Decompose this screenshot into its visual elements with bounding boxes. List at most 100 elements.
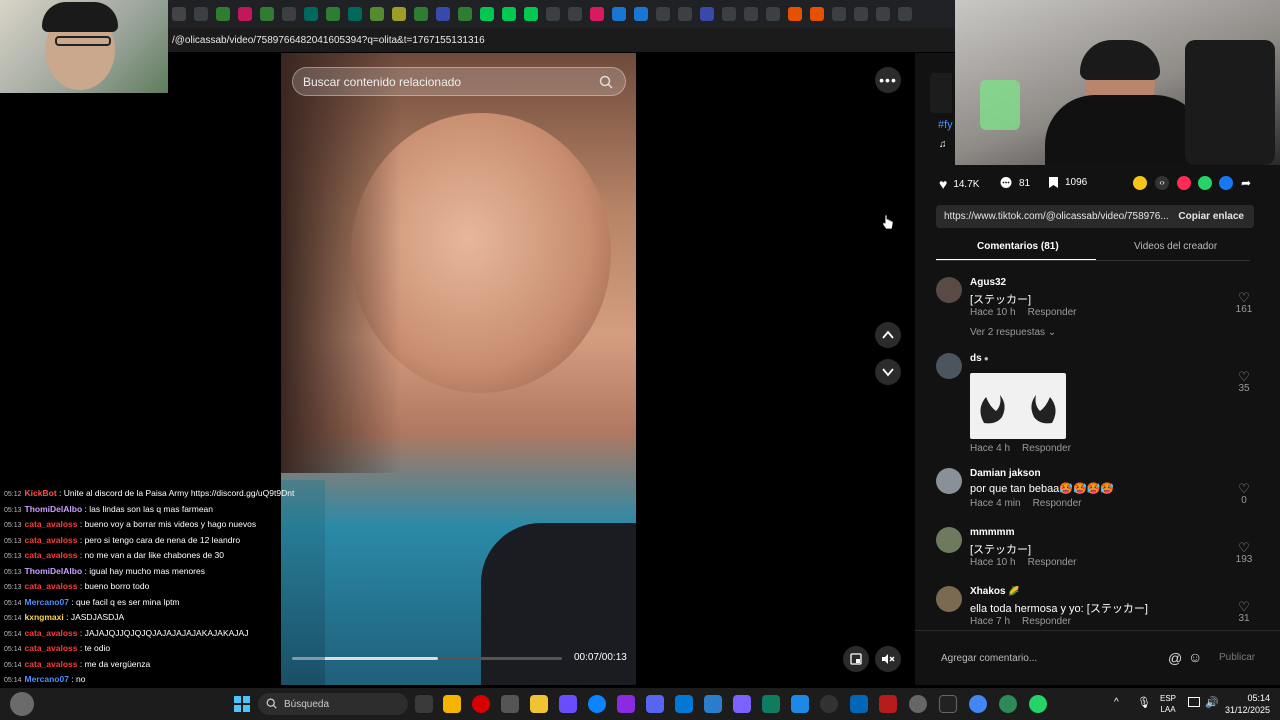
reply-button[interactable]: Responder xyxy=(1028,557,1077,568)
ccleaner-icon[interactable] xyxy=(704,695,722,713)
facebook-icon[interactable] xyxy=(1219,176,1233,190)
chat-username[interactable]: Mercano07 xyxy=(25,674,69,684)
chat-username[interactable]: cata_avaloss xyxy=(25,659,78,669)
avatar[interactable] xyxy=(936,468,962,494)
pen-app-icon[interactable] xyxy=(559,695,577,713)
copilot-icon[interactable] xyxy=(443,695,461,713)
video-progress-bar[interactable] xyxy=(292,657,562,660)
chat-message: 05:14 Mercano07 : que facil q es ser mina… xyxy=(4,595,324,611)
view-replies-button[interactable]: Ver 2 respuestas ⌄ xyxy=(970,327,1056,338)
comment-like[interactable]: ♡ 0 xyxy=(1232,482,1256,506)
store-icon[interactable] xyxy=(501,695,519,713)
discord-icon[interactable] xyxy=(646,695,664,713)
chat-username[interactable]: cata_avaloss xyxy=(25,628,78,638)
chat-username[interactable]: cata_avaloss xyxy=(25,581,78,591)
related-search-input[interactable]: Buscar contenido relacionado xyxy=(292,67,626,96)
task-view-icon[interactable] xyxy=(415,695,433,713)
start-button[interactable] xyxy=(234,696,250,712)
caption-hashtag[interactable]: #fy xyxy=(938,119,953,131)
add-comment-input[interactable]: Agregar comentario... @ ☺ xyxy=(935,643,1265,673)
taskbar-search[interactable]: Búsqueda xyxy=(258,693,408,715)
chat-username[interactable]: KickBot xyxy=(25,488,57,498)
outlook-icon[interactable] xyxy=(850,695,868,713)
avatar[interactable] xyxy=(936,353,962,379)
edge-icon[interactable] xyxy=(588,695,606,713)
chat-username[interactable]: ThomiDelAlbo xyxy=(25,566,83,576)
avatar[interactable] xyxy=(936,277,962,303)
app-launcher-icon[interactable] xyxy=(733,695,751,713)
coin-share-icon[interactable] xyxy=(1133,176,1147,190)
chevron-down-icon xyxy=(882,368,894,377)
comment-like[interactable]: ♡ 35 xyxy=(1232,370,1256,394)
settings-gear-icon[interactable] xyxy=(909,695,927,713)
previous-video-button[interactable] xyxy=(875,322,901,348)
winrar-icon[interactable] xyxy=(879,695,897,713)
comment-like[interactable]: ♡ 193 xyxy=(1232,541,1256,565)
system-clock[interactable]: 05:14 31/12/2025 xyxy=(1225,692,1270,716)
microphone-icon[interactable]: 🎙 xyxy=(1137,696,1151,709)
chat-username[interactable]: ThomiDelAlbo xyxy=(25,504,83,514)
share-arrow-icon[interactable]: ➦ xyxy=(1241,176,1251,190)
chat-separator: : xyxy=(77,534,85,545)
chat-username[interactable]: Mercano07 xyxy=(25,597,69,607)
chrome-icon[interactable] xyxy=(969,695,987,713)
next-video-button[interactable] xyxy=(875,359,901,385)
chat-username[interactable]: cata_avaloss xyxy=(25,643,78,653)
avatar[interactable] xyxy=(936,527,962,553)
comment-username[interactable]: ds ● xyxy=(970,353,989,364)
volume-icon[interactable]: 🔊 xyxy=(1205,696,1219,709)
heart-outline-icon: ♡ xyxy=(1238,540,1250,555)
comment-username[interactable]: Agus32 xyxy=(970,277,1006,288)
mention-icon[interactable]: @ xyxy=(1168,650,1182,666)
visual-studio-icon[interactable] xyxy=(617,695,635,713)
comment-stat[interactable]: 81 xyxy=(999,176,1030,190)
notepad-icon[interactable] xyxy=(791,695,809,713)
chat-username[interactable]: kxngmaxi xyxy=(25,612,64,622)
obs-icon[interactable] xyxy=(820,695,838,713)
whatsapp-icon[interactable] xyxy=(1029,695,1047,713)
language-indicator[interactable]: ESP LAA xyxy=(1160,693,1176,715)
comment-like[interactable]: ♡ 31 xyxy=(1232,600,1256,624)
floating-player-button[interactable] xyxy=(843,646,869,672)
more-options-button[interactable]: ••• xyxy=(875,67,901,93)
comment-username[interactable]: mmmmm xyxy=(970,527,1014,538)
tray-chevron-up-icon[interactable]: ^ xyxy=(1114,697,1119,708)
sticker-image[interactable] xyxy=(970,373,1066,439)
mute-button[interactable] xyxy=(875,646,901,672)
chat-username[interactable]: cata_avaloss xyxy=(25,550,78,560)
emoji-icon[interactable]: ☺ xyxy=(1188,649,1202,665)
chat-username[interactable]: cata_avaloss xyxy=(25,519,78,529)
address-bar[interactable]: /@olicassab/video/7589766482041605394?q=… xyxy=(168,28,955,52)
avatar[interactable] xyxy=(936,586,962,612)
comment-username[interactable]: Damian jakson xyxy=(970,468,1041,479)
photos-icon[interactable] xyxy=(762,695,780,713)
like-stat[interactable]: ♥ 14.7K xyxy=(939,176,979,192)
vscode-icon[interactable] xyxy=(675,695,693,713)
comment-like[interactable]: ♡ 161 xyxy=(1232,291,1256,315)
chat-app-icon[interactable] xyxy=(999,695,1017,713)
video-player[interactable] xyxy=(281,53,636,685)
embed-icon[interactable]: ‹› xyxy=(1155,176,1169,190)
reply-button[interactable]: Responder xyxy=(1022,616,1071,627)
file-explorer-icon[interactable] xyxy=(530,695,548,713)
terminal-icon[interactable] xyxy=(939,695,957,713)
whatsapp-icon[interactable] xyxy=(1198,176,1212,190)
reply-button[interactable]: Responder xyxy=(1022,443,1071,454)
comment-item: Damian jakson por que tan bebaa🥵🥵🥵🥵 Hace… xyxy=(936,468,1256,518)
search-icon[interactable] xyxy=(599,75,613,89)
weather-widget-icon[interactable] xyxy=(10,692,34,716)
share-url-field[interactable]: https://www.tiktok.com/@olicassab/video/… xyxy=(936,205,1254,228)
tab-creator-videos[interactable]: Videos del creador xyxy=(1134,241,1217,252)
opera-icon[interactable] xyxy=(472,695,490,713)
tab-comments[interactable]: Comentarios (81) xyxy=(977,241,1059,252)
browser-tab-strip[interactable] xyxy=(168,0,957,28)
post-comment-button[interactable]: Publicar xyxy=(1219,652,1255,663)
chat-username[interactable]: cata_avaloss xyxy=(25,535,78,545)
send-icon[interactable] xyxy=(1177,176,1191,190)
network-icon[interactable] xyxy=(1188,697,1200,707)
copy-link-button[interactable]: Copiar enlace xyxy=(1168,205,1254,228)
comment-username[interactable]: Xhakos 🌽 xyxy=(970,586,1019,597)
save-stat[interactable]: 1096 xyxy=(1048,176,1087,189)
reply-button[interactable]: Responder xyxy=(1033,498,1082,509)
reply-button[interactable]: Responder xyxy=(1028,307,1077,318)
